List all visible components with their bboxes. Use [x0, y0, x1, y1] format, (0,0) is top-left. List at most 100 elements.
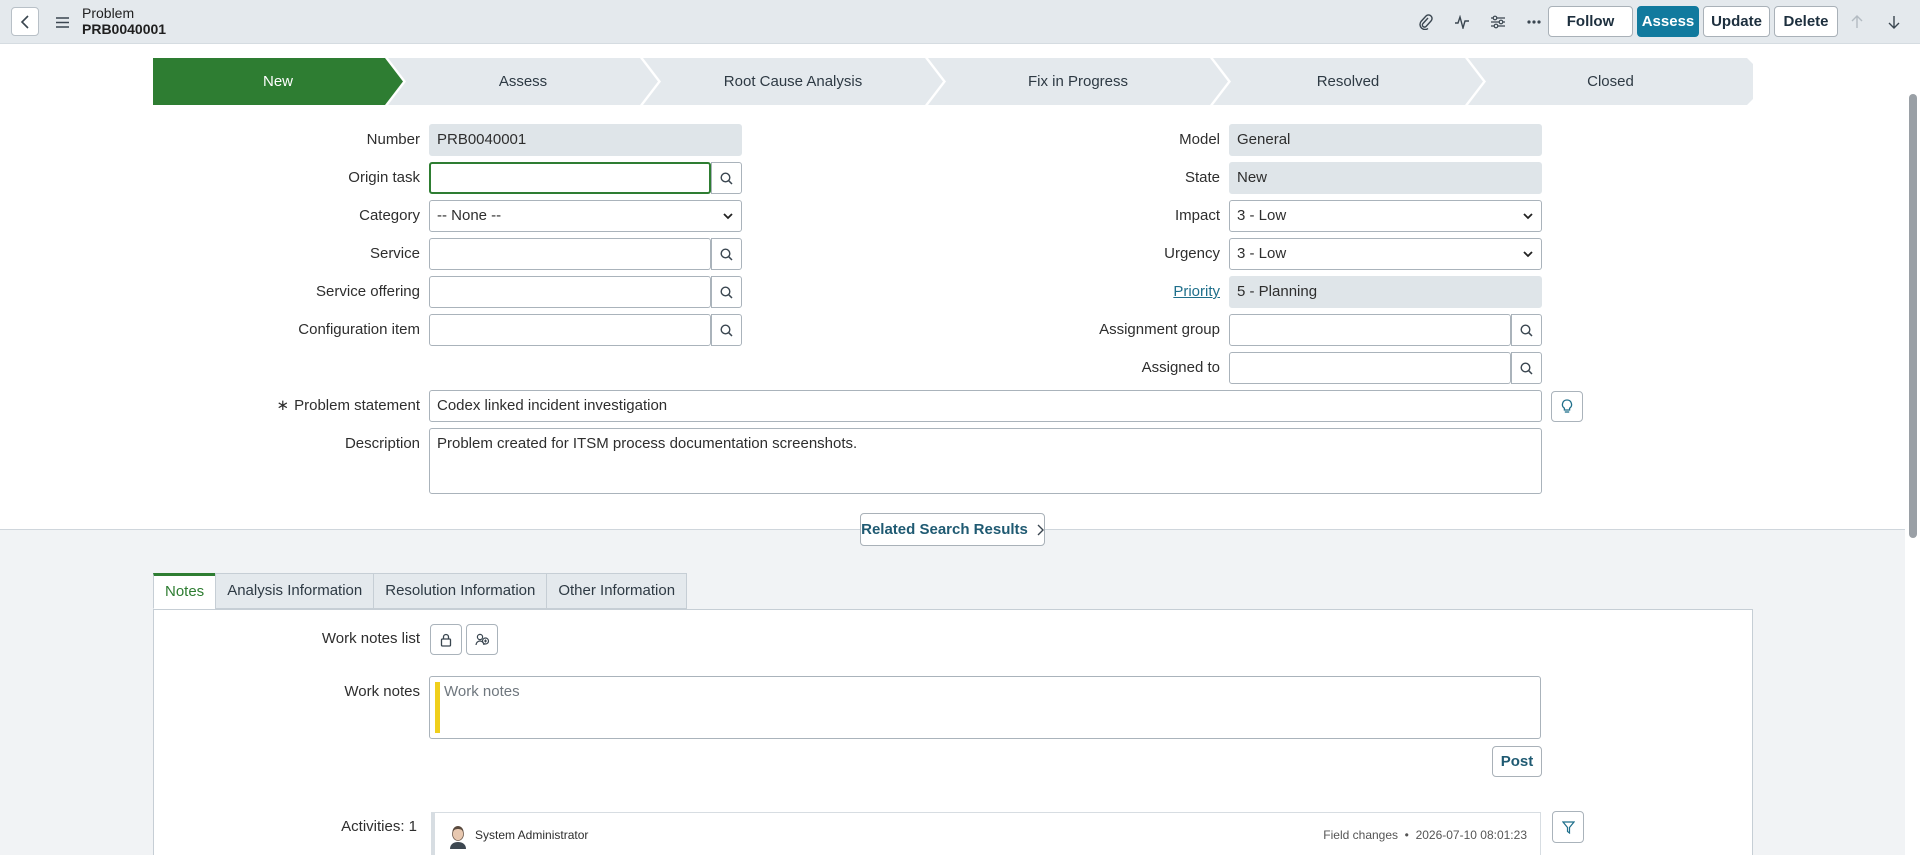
- work-notes-label: Work notes: [344, 683, 420, 700]
- configuration-item-input[interactable]: [429, 314, 711, 346]
- configuration-item-label: Configuration item: [298, 321, 420, 338]
- record-number: PRB0040001: [82, 21, 167, 37]
- stage-label: Root Cause Analysis: [723, 73, 863, 90]
- urgency-label: Urgency: [1164, 245, 1220, 262]
- mandatory-indicator: ∗: [276, 397, 290, 414]
- header-icon-group: [1408, 12, 1552, 32]
- lightbulb-icon: [1561, 399, 1573, 413]
- number-label: Number: [366, 131, 420, 148]
- priority-field: 5 - Planning: [1229, 276, 1542, 308]
- related-search-results-button[interactable]: Related Search Results: [860, 513, 1045, 546]
- category-label: Category: [359, 207, 420, 224]
- chevron-down-icon: [1523, 251, 1533, 258]
- work-notes-indicator: [435, 682, 440, 733]
- record-type: Problem: [82, 5, 135, 21]
- activity-stream-button[interactable]: [1444, 12, 1480, 32]
- stage-label: Closed: [1587, 73, 1634, 90]
- stage-root-cause-analysis: Root Cause Analysis: [643, 58, 943, 105]
- filter-icon: [1561, 820, 1575, 834]
- service-offering-lookup-button[interactable]: [711, 276, 742, 308]
- next-record-button[interactable]: [1884, 12, 1904, 32]
- pulse-icon: [1455, 15, 1469, 29]
- description-label: Description: [344, 435, 420, 452]
- update-button[interactable]: Update: [1703, 6, 1770, 37]
- stage-new: New: [153, 58, 403, 105]
- priority-label[interactable]: Priority: [1000, 276, 1220, 308]
- search-icon: [720, 171, 733, 185]
- activity-timestamp: 2026-07-10 08:01:23: [1415, 828, 1527, 842]
- search-icon: [720, 285, 733, 299]
- configuration-item-lookup-button[interactable]: [711, 314, 742, 346]
- search-icon: [1520, 323, 1533, 337]
- attachment-button[interactable]: [1408, 12, 1444, 32]
- chevron-right-icon: [1037, 524, 1044, 535]
- category-value: -- None --: [437, 207, 502, 224]
- service-input[interactable]: [429, 238, 711, 270]
- section-tabs: Notes Analysis Information Resolution In…: [153, 573, 688, 609]
- work-notes-textarea[interactable]: [429, 676, 1541, 739]
- personalize-form-button[interactable]: [1480, 12, 1516, 32]
- problem-statement-label-text: Problem statement: [294, 397, 420, 414]
- arrow-down-icon: [1888, 16, 1900, 29]
- chevron-left-icon: [20, 14, 29, 29]
- sliders-icon: [1491, 15, 1505, 29]
- stage-closed: Closed: [1468, 58, 1753, 105]
- back-button[interactable]: [11, 7, 39, 36]
- context-menu-button[interactable]: [52, 12, 72, 32]
- related-search-label: Related Search Results: [861, 521, 1028, 538]
- problem-statement-input[interactable]: Codex linked incident investigation: [429, 390, 1542, 422]
- assignment-group-label: Assignment group: [1099, 321, 1220, 338]
- work-notes-list-lock-button[interactable]: [430, 624, 462, 655]
- tab-notes[interactable]: Notes: [153, 573, 217, 609]
- activity-filter-button[interactable]: [1552, 811, 1584, 843]
- assigned-to-label: Assigned to: [1141, 359, 1220, 376]
- more-options-button[interactable]: [1516, 12, 1552, 32]
- assigned-to-lookup-button[interactable]: [1511, 352, 1542, 384]
- assignment-group-lookup-button[interactable]: [1511, 314, 1542, 346]
- impact-value: 3 - Low: [1237, 207, 1287, 224]
- category-select[interactable]: -- None --: [429, 200, 742, 232]
- chevron-down-icon: [723, 213, 733, 220]
- service-lookup-button[interactable]: [711, 238, 742, 270]
- service-label: Service: [369, 245, 420, 262]
- lock-icon: [440, 633, 452, 647]
- origin-task-input[interactable]: [429, 162, 711, 194]
- suggestion-button[interactable]: [1551, 391, 1583, 422]
- activity-author: System Administrator: [475, 828, 589, 842]
- form-title: Problem PRB0040001: [82, 5, 166, 37]
- activity-meta: Field changes • 2026-07-10 08:01:23: [1323, 828, 1527, 842]
- model-field: General: [1229, 124, 1542, 156]
- priority-link[interactable]: Priority: [1173, 283, 1220, 300]
- number-field: PRB0040001: [429, 124, 742, 156]
- previous-record-button[interactable]: [1847, 12, 1867, 32]
- description-textarea[interactable]: Problem created for ITSM process documen…: [429, 428, 1542, 494]
- stage-label: Fix in Progress: [1027, 73, 1129, 90]
- stage-label: Assess: [498, 73, 548, 90]
- origin-task-lookup-button[interactable]: [711, 162, 742, 194]
- scrollbar[interactable]: [1905, 44, 1920, 855]
- urgency-select[interactable]: 3 - Low: [1229, 238, 1542, 270]
- tab-resolution-information[interactable]: Resolution Information: [373, 573, 548, 609]
- follow-button[interactable]: Follow: [1548, 6, 1633, 37]
- scrollbar-thumb[interactable]: [1909, 94, 1917, 538]
- work-notes-input[interactable]: [444, 683, 1444, 700]
- assess-button[interactable]: Assess: [1637, 6, 1699, 37]
- impact-select[interactable]: 3 - Low: [1229, 200, 1542, 232]
- tab-other-information[interactable]: Other Information: [546, 573, 688, 609]
- stage-label: Resolved: [1316, 73, 1380, 90]
- work-notes-list-add-me-button[interactable]: [466, 624, 498, 655]
- more-icon: [1527, 20, 1541, 24]
- chevron-down-icon: [1523, 213, 1533, 220]
- search-icon: [1520, 361, 1533, 375]
- tab-analysis-information[interactable]: Analysis Information: [215, 573, 375, 609]
- activity-type: Field changes: [1323, 828, 1399, 842]
- avatar: [450, 826, 466, 849]
- assignment-group-input[interactable]: [1229, 314, 1511, 346]
- service-offering-input[interactable]: [429, 276, 711, 308]
- post-button[interactable]: Post: [1492, 746, 1542, 777]
- problem-statement-label: ∗ Problem statement: [200, 390, 420, 422]
- stage-assess: Assess: [388, 58, 658, 105]
- assigned-to-input[interactable]: [1229, 352, 1511, 384]
- delete-button[interactable]: Delete: [1774, 6, 1838, 37]
- stage-label: New: [262, 73, 293, 90]
